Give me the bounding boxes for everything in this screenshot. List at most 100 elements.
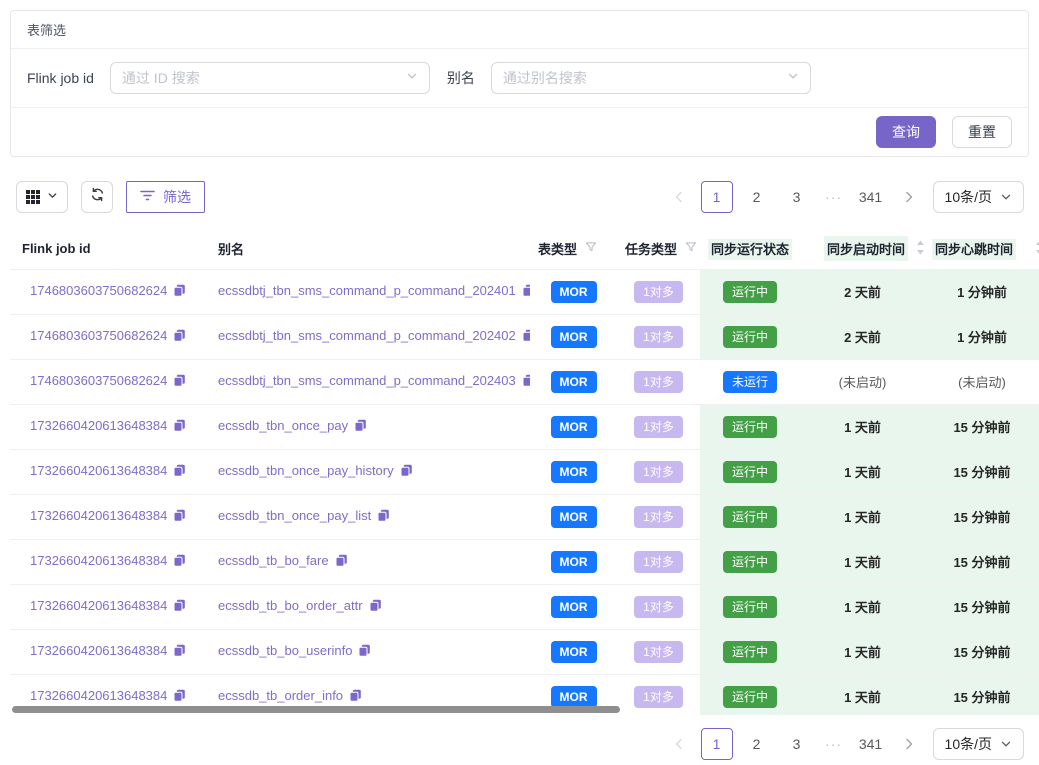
copy-icon[interactable] — [173, 420, 186, 435]
filter-funnel-icon[interactable] — [585, 241, 597, 256]
filter-toggle-button[interactable]: 筛选 — [126, 181, 205, 213]
alias-link[interactable]: ecssdbtj_tbn_sms_command_p_command_20240… — [218, 328, 516, 343]
job-id-link[interactable]: 1746803603750682624 — [30, 283, 167, 298]
copy-icon[interactable] — [173, 330, 186, 345]
page-button-1[interactable]: 1 — [701, 728, 733, 760]
copy-icon[interactable] — [173, 465, 186, 480]
col-header-heartbeat-time[interactable]: 同步心跳时间 — [925, 229, 1039, 269]
alias-link[interactable]: ecssdb_tb_bo_fare — [218, 553, 329, 568]
filter-funnel-icon[interactable] — [685, 241, 697, 256]
chevron-down-icon — [406, 69, 418, 87]
alias-link[interactable]: ecssdb_tbn_once_pay_list — [218, 508, 371, 523]
copy-icon[interactable] — [522, 330, 530, 345]
job-id-link[interactable]: 1732660420613648384 — [30, 418, 167, 433]
alias-link[interactable]: ecssdb_tbn_once_pay_history — [218, 463, 394, 478]
alias-link[interactable]: ecssdb_tbn_once_pay — [218, 418, 348, 433]
page-button-3[interactable]: 3 — [781, 728, 813, 760]
sorter-icon[interactable] — [1035, 240, 1039, 258]
job-id-link[interactable]: 1746803603750682624 — [30, 373, 167, 388]
page-button-last[interactable]: 341 — [855, 181, 887, 213]
copy-icon[interactable] — [522, 375, 530, 390]
alias-link[interactable]: ecssdb_tb_bo_order_attr — [218, 598, 363, 613]
job-id-cell: 1732660420613648384 — [10, 494, 196, 539]
alias-cell: ecssdbtj_tbn_sms_command_p_command_20240… — [196, 359, 530, 404]
copy-icon[interactable] — [173, 555, 186, 570]
query-button[interactable]: 查询 — [876, 116, 936, 148]
prev-page-button[interactable] — [665, 181, 693, 213]
copy-icon[interactable] — [173, 375, 186, 390]
status-badge: 运行中 — [723, 326, 777, 348]
job-id-link[interactable]: 1732660420613648384 — [30, 598, 167, 613]
page-button-last[interactable]: 341 — [855, 728, 887, 760]
status-cell: 运行中 — [700, 449, 800, 494]
status-badge: 运行中 — [723, 461, 777, 483]
page-size-select[interactable]: 10条/页 — [933, 181, 1024, 213]
heartbeat-time-cell: 15 分钟前 — [925, 539, 1039, 584]
alias-link[interactable]: ecssdb_tb_order_info — [218, 688, 343, 703]
horizontal-scrollbar-thumb[interactable] — [12, 706, 620, 713]
job-id-link[interactable]: 1732660420613648384 — [30, 463, 167, 478]
alias-link[interactable]: ecssdb_tb_bo_userinfo — [218, 643, 352, 658]
copy-icon[interactable] — [358, 645, 371, 660]
copy-icon[interactable] — [400, 465, 413, 480]
table-type-cell: MOR — [530, 449, 617, 494]
alias-cell: ecssdbtj_tbn_sms_command_p_command_20240… — [196, 269, 530, 314]
alias-link[interactable]: ecssdbtj_tbn_sms_command_p_command_20240… — [218, 373, 516, 388]
column-settings-button[interactable] — [16, 181, 68, 213]
alias-link[interactable]: ecssdbtj_tbn_sms_command_p_command_20240… — [218, 283, 516, 298]
table-type-cell: MOR — [530, 359, 617, 404]
prev-page-button[interactable] — [665, 728, 693, 760]
start-time-cell: 2 天前 — [800, 314, 925, 359]
page-size-select[interactable]: 10条/页 — [933, 728, 1024, 760]
next-page-button[interactable] — [895, 181, 923, 213]
alias-label: 别名 — [447, 68, 475, 88]
col-header-status-label: 同步运行状态 — [708, 239, 792, 260]
table-row: 1746803603750682624 ecssdbtj_tbn_sms_com… — [10, 359, 1039, 404]
table-type-tag: MOR — [551, 371, 597, 393]
copy-icon[interactable] — [173, 600, 186, 615]
col-header-start-time[interactable]: 同步启动时间 — [800, 229, 925, 269]
task-type-cell: 1对多 — [617, 674, 700, 715]
job-id-link[interactable]: 1732660420613648384 — [30, 553, 167, 568]
copy-icon[interactable] — [173, 510, 186, 525]
sorter-icon[interactable] — [916, 240, 925, 258]
top-pagination: 1 2 3 ··· 341 10条/页 — [665, 181, 1024, 213]
refresh-icon — [90, 187, 105, 207]
page-ellipsis[interactable]: ··· — [821, 189, 847, 205]
page-button-2[interactable]: 2 — [741, 181, 773, 213]
copy-icon[interactable] — [354, 420, 367, 435]
page-button-1[interactable]: 1 — [701, 181, 733, 213]
flink-job-id-select[interactable]: 通过 ID 搜索 — [110, 62, 430, 94]
status-cell: 运行中 — [700, 629, 800, 674]
table-header-row: Flink job id 别名 表类型 任务类型 — [10, 229, 1039, 269]
reset-button[interactable]: 重置 — [952, 116, 1012, 148]
status-cell: 未运行 — [700, 359, 800, 404]
page-button-2[interactable]: 2 — [741, 728, 773, 760]
table-row: 1732660420613648384 ecssdb_tbn_once_pay … — [10, 404, 1039, 449]
job-id-link[interactable]: 1732660420613648384 — [30, 688, 167, 703]
copy-icon[interactable] — [173, 645, 186, 660]
table-type-tag: MOR — [551, 506, 597, 528]
page-ellipsis[interactable]: ··· — [821, 736, 847, 752]
copy-icon[interactable] — [349, 690, 362, 705]
col-header-task-type-label: 任务类型 — [625, 239, 677, 258]
copy-icon[interactable] — [522, 285, 530, 300]
job-id-link[interactable]: 1732660420613648384 — [30, 508, 167, 523]
alias-cell: ecssdb_tbn_once_pay_list — [196, 494, 530, 539]
job-id-cell: 1732660420613648384 — [10, 449, 196, 494]
job-id-link[interactable]: 1746803603750682624 — [30, 328, 167, 343]
table-filter-panel: 表筛选 Flink job id 通过 ID 搜索 别名 通过别名搜索 查询 重… — [10, 10, 1029, 157]
page-button-3[interactable]: 3 — [781, 181, 813, 213]
next-page-button[interactable] — [895, 728, 923, 760]
table-toolbar: 筛选 1 2 3 ··· 341 10条/页 — [16, 181, 1024, 213]
copy-icon[interactable] — [173, 690, 186, 705]
copy-icon[interactable] — [173, 285, 186, 300]
refresh-button[interactable] — [81, 181, 113, 213]
alias-select[interactable]: 通过别名搜索 — [491, 62, 811, 94]
copy-icon[interactable] — [335, 555, 348, 570]
job-id-link[interactable]: 1732660420613648384 — [30, 643, 167, 658]
status-badge: 未运行 — [723, 371, 777, 393]
task-type-cell: 1对多 — [617, 584, 700, 629]
copy-icon[interactable] — [377, 510, 390, 525]
copy-icon[interactable] — [369, 600, 382, 615]
